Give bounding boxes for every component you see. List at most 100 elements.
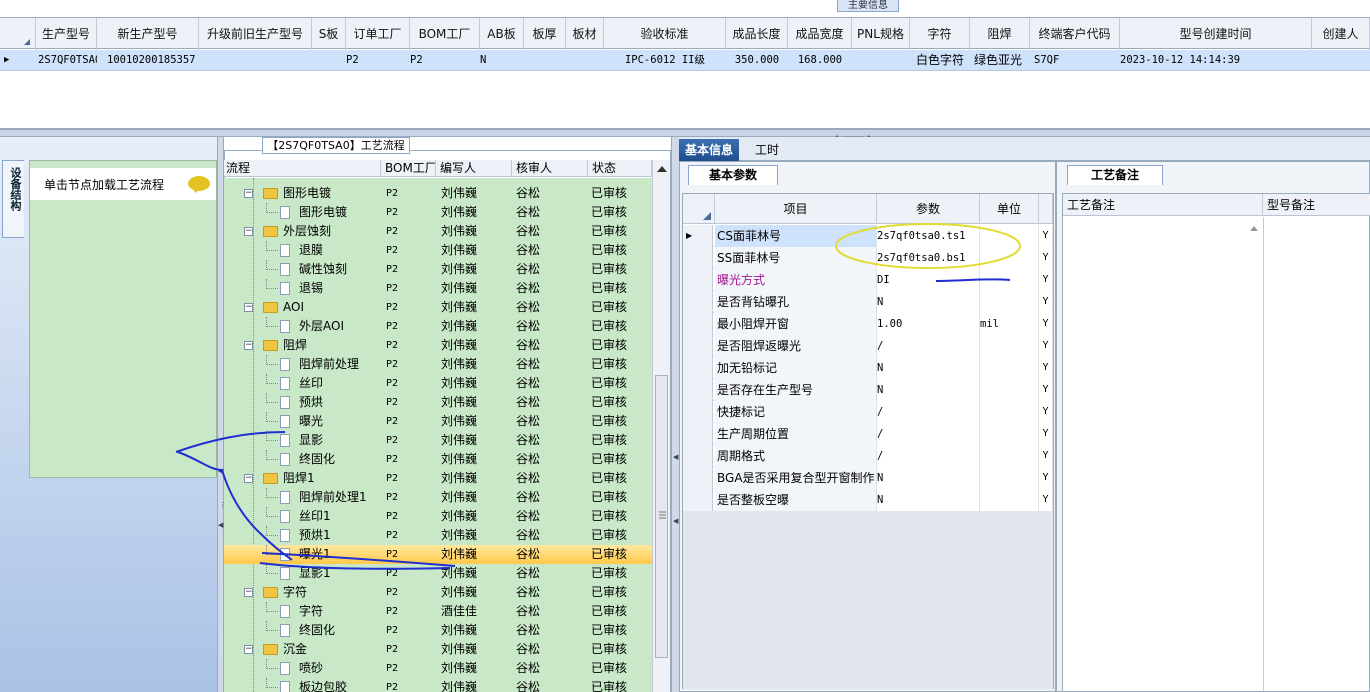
main-cell[interactable]: S7QF	[1030, 50, 1120, 71]
params-col-value[interactable]: 参数	[877, 194, 980, 224]
tree-step-row[interactable]: 终固化 P2 刘伟巍 谷松 已审核	[224, 450, 652, 469]
process-tree[interactable]: − 图形电镀 P2 刘伟巍 谷松 已审核 图形电镀 P2 刘伟巍 谷松 已审核 − 外层蚀刻 P2 刘伟巍谷…	[224, 178, 652, 692]
param-flag[interactable]: Y	[1039, 357, 1053, 379]
tree-col-header[interactable]: BOM工厂	[381, 160, 436, 177]
tree-step-row[interactable]: 显影1 P2 刘伟巍 谷松 已审核	[224, 564, 652, 583]
param-flag[interactable]: Y	[1039, 467, 1053, 489]
param-row[interactable]: 是否阻焊返曝光 / Y	[683, 335, 1053, 357]
main-cell[interactable]: P2	[410, 50, 480, 71]
tree-step-row[interactable]: 丝印 P2 刘伟巍 谷松 已审核	[224, 374, 652, 393]
params-col-unit[interactable]: 单位	[980, 194, 1039, 224]
tree-step-row[interactable]: 丝印1 P2 刘伟巍 谷松 已审核	[224, 507, 652, 526]
main-col-header[interactable]: BOM工厂	[410, 18, 480, 50]
main-col-header[interactable]: 成品宽度	[788, 18, 852, 50]
param-row[interactable]: 是否背钻曝孔 N Y	[683, 291, 1053, 313]
main-col-header[interactable]: S板	[312, 18, 346, 50]
main-col-header[interactable]: 板厚	[524, 18, 566, 50]
param-value[interactable]: /	[877, 401, 980, 423]
main-col-header[interactable]: 阻焊	[970, 18, 1030, 50]
tree-col-header[interactable]: 编写人	[436, 160, 512, 177]
param-flag[interactable]: Y	[1039, 445, 1053, 467]
tab-process-notes[interactable]: 工艺备注	[1067, 165, 1163, 185]
main-col-header[interactable]: 板材	[566, 18, 604, 50]
param-value[interactable]: N	[877, 379, 980, 401]
param-row[interactable]: 加无铅标记 N Y	[683, 357, 1053, 379]
param-row[interactable]: 曝光方式 DI Y	[683, 269, 1053, 291]
tab-basic-params[interactable]: 基本参数	[688, 165, 778, 185]
tree-group-row[interactable]: − 阻焊 P2 刘伟巍 谷松 已审核	[224, 336, 652, 355]
collapse-toggle-icon[interactable]: −	[244, 474, 253, 483]
tree-step-row[interactable]: 字符 P2 酒佳佳 谷松 已审核	[224, 602, 652, 621]
tree-step-row[interactable]: 外层AOI P2 刘伟巍 谷松 已审核	[224, 317, 652, 336]
param-value[interactable]: /	[877, 335, 980, 357]
param-flag[interactable]: Y	[1039, 225, 1053, 247]
param-row[interactable]: 是否整板空曝 N Y	[683, 489, 1053, 511]
tree-group-row[interactable]: − 阻焊1 P2 刘伟巍 谷松 已审核	[224, 469, 652, 488]
process-tree-scrollbar[interactable]	[652, 160, 670, 692]
param-unit[interactable]	[980, 247, 1039, 269]
tree-col-header[interactable]: 状态	[588, 160, 652, 177]
main-col-header[interactable]: 终端客户代码	[1030, 18, 1120, 50]
param-value[interactable]: DI	[877, 269, 980, 291]
param-unit[interactable]: mil	[980, 313, 1039, 335]
param-row[interactable]: BGA是否采用复合型开窗制作 N Y	[683, 467, 1053, 489]
scroll-up-icon[interactable]	[1249, 224, 1259, 232]
param-unit[interactable]	[980, 291, 1039, 313]
notes-col-process[interactable]: 工艺备注	[1063, 194, 1263, 216]
load-process-hint[interactable]: 单击节点加载工艺流程	[30, 168, 216, 200]
main-cell[interactable]	[199, 50, 312, 71]
left-splitter[interactable]: ◀ ⋮ ◀	[217, 137, 226, 692]
main-cell[interactable]	[1312, 50, 1370, 71]
main-cell[interactable]: 168.000	[788, 50, 852, 71]
main-col-header[interactable]: 订单工厂	[346, 18, 410, 50]
param-flag[interactable]: Y	[1039, 489, 1053, 511]
param-unit[interactable]	[980, 379, 1039, 401]
param-unit[interactable]	[980, 269, 1039, 291]
main-cell[interactable]: P2	[346, 50, 410, 71]
main-col-header[interactable]: AB板	[480, 18, 524, 50]
main-cell[interactable]: 2023-10-12 14:14:39	[1120, 50, 1312, 71]
collapse-toggle-icon[interactable]: −	[244, 227, 253, 236]
param-flag[interactable]: Y	[1039, 247, 1053, 269]
main-cell[interactable]	[524, 50, 566, 71]
tab-basic-info[interactable]: 基本信息	[679, 139, 740, 161]
tree-step-row[interactable]: 终固化 P2 刘伟巍 谷松 已审核	[224, 621, 652, 640]
main-col-header[interactable]: 成品长度	[726, 18, 788, 50]
collapse-toggle-icon[interactable]: −	[244, 341, 253, 350]
tree-col-header[interactable]: 核审人	[512, 160, 588, 177]
param-unit[interactable]	[980, 401, 1039, 423]
param-value[interactable]: 2s7qf0tsa0.bs1	[877, 247, 980, 269]
main-cell[interactable]	[852, 50, 910, 71]
tree-step-row[interactable]: 预烘 P2 刘伟巍 谷松 已审核	[224, 393, 652, 412]
tree-group-row[interactable]: − AOI P2 刘伟巍 谷松 已审核	[224, 298, 652, 317]
param-flag[interactable]: Y	[1039, 335, 1053, 357]
param-value[interactable]: N	[877, 467, 980, 489]
collapse-toggle-icon[interactable]: −	[244, 588, 253, 597]
param-row[interactable]: 是否存在生产型号 N Y	[683, 379, 1053, 401]
tree-step-row[interactable]: 喷砂 P2 刘伟巍 谷松 已审核	[224, 659, 652, 678]
main-col-header[interactable]: 型号创建时间	[1120, 18, 1312, 50]
param-row[interactable]: 生产周期位置 / Y	[683, 423, 1053, 445]
tree-col-header[interactable]: 流程	[224, 160, 381, 177]
param-unit[interactable]	[980, 445, 1039, 467]
vertical-tab-equipment[interactable]: 设备结构	[2, 160, 24, 238]
tree-step-row[interactable]: 阻焊前处理 P2 刘伟巍 谷松 已审核	[224, 355, 652, 374]
param-flag[interactable]: Y	[1039, 401, 1053, 423]
tree-group-row[interactable]: − 图形电镀 P2 刘伟巍 谷松 已审核	[224, 184, 652, 203]
tree-step-row[interactable]: 退膜 P2 刘伟巍 谷松 已审核	[224, 241, 652, 260]
param-value[interactable]: 1.00	[877, 313, 980, 335]
tab-work-hours[interactable]: 工时	[749, 139, 785, 161]
param-value[interactable]: N	[877, 489, 980, 511]
param-value[interactable]: 2s7qf0tsa0.ts1	[877, 225, 980, 247]
tree-step-row[interactable]: 曝光1 P2 刘伟巍 谷松 已审核	[224, 545, 652, 564]
param-flag[interactable]: Y	[1039, 291, 1053, 313]
param-flag[interactable]: Y	[1039, 269, 1053, 291]
main-cell[interactable]: 350.000	[726, 50, 788, 71]
tree-step-row[interactable]: 预烘1 P2 刘伟巍 谷松 已审核	[224, 526, 652, 545]
param-unit[interactable]	[980, 357, 1039, 379]
center-splitter[interactable]: ◀ ◀	[671, 137, 679, 692]
horizontal-splitter[interactable]: ▲ ········ ▲	[0, 129, 1370, 142]
param-value[interactable]: /	[877, 423, 980, 445]
param-value[interactable]: N	[877, 357, 980, 379]
main-cell[interactable]	[566, 50, 604, 71]
